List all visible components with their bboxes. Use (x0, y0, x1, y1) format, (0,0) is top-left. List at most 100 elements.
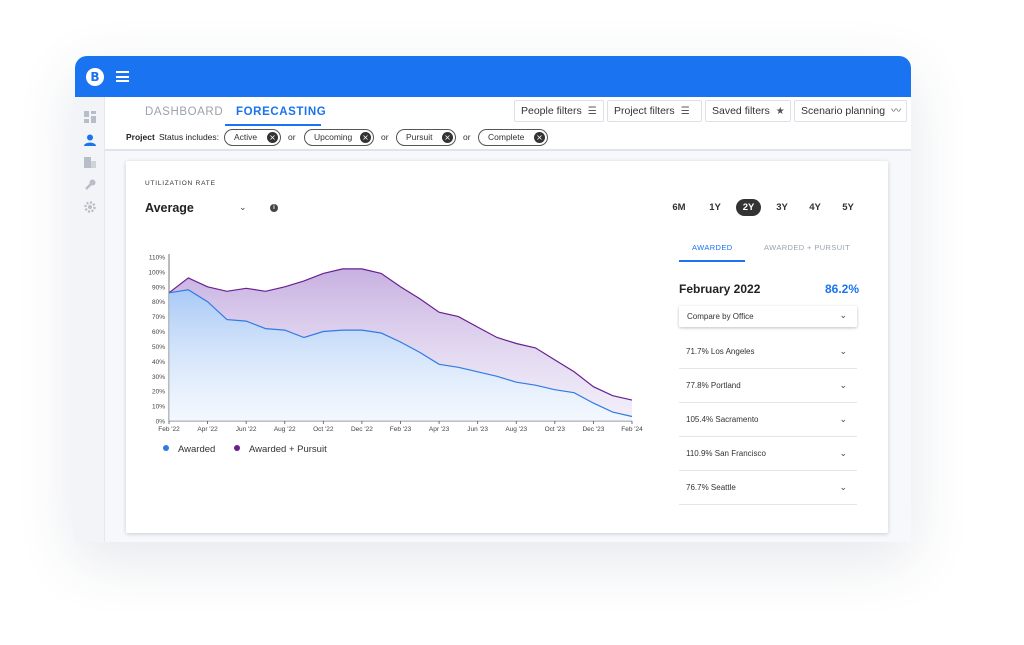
tab-awarded-pursuit[interactable]: AWARDED + PURSUIT (764, 243, 850, 252)
y-tick-label: 10% (152, 404, 165, 411)
remove-chip-icon[interactable]: × (442, 132, 453, 143)
people-filters-button[interactable]: People filters ☰ (514, 100, 604, 122)
x-tick-label: Jun '22 (236, 426, 257, 433)
filter-icon: ☰ (680, 106, 690, 117)
office-label: 71.7% Los Angeles (686, 347, 755, 356)
active-filters-bar: Project Status includes: Active × or Upco… (105, 127, 911, 151)
utilization-chart: 0% 10% 20% 30% 40% 50% 60% 70% 80% 90% 100% 110% Feb… (148, 254, 643, 433)
x-tick-label: Oct '23 (545, 426, 566, 433)
x-tick-label: Feb '22 (158, 426, 180, 433)
range-3y[interactable]: 3Y (772, 199, 792, 216)
dashboard-icon[interactable] (84, 111, 96, 123)
filter-chip-complete[interactable]: Complete × (478, 129, 548, 146)
x-tick-label: Feb '23 (390, 426, 412, 433)
filter-chip-pursuit[interactable]: Pursuit × (396, 129, 456, 146)
awarded-pursuit-swatch (234, 445, 240, 451)
or-separator: or (463, 132, 471, 142)
selected-month: February 2022 (679, 282, 761, 296)
office-row-sacramento[interactable]: 105.4% Sacramento ⌄ (679, 403, 857, 437)
chevron-down-icon[interactable]: ⌄ (239, 203, 247, 213)
or-separator: or (381, 132, 389, 142)
remove-chip-icon[interactable]: × (534, 132, 545, 143)
legend-label: Awarded + Pursuit (249, 444, 327, 455)
range-1y[interactable]: 1Y (705, 199, 725, 216)
range-2y[interactable]: 2Y (736, 199, 761, 216)
y-tick-label: 50% (152, 344, 165, 351)
range-6m[interactable]: 6M (669, 199, 689, 216)
building-icon[interactable] (84, 156, 96, 168)
office-row-seattle[interactable]: 76.7% Seattle ⌄ (679, 471, 857, 505)
y-tick-label: 70% (152, 314, 165, 321)
office-label: 105.4% Sacramento (686, 415, 759, 424)
chevron-down-icon[interactable]: ⌄ (839, 471, 847, 505)
scenario-planning-button[interactable]: Scenario planning 〰 (794, 100, 907, 122)
chevron-down-icon[interactable]: ⌄ (839, 403, 847, 437)
range-4y[interactable]: 4Y (805, 199, 825, 216)
scenario-planning-label: Scenario planning (801, 105, 886, 117)
tab-dashboard[interactable]: DASHBOARD (145, 106, 223, 118)
y-tick-label: 110% (149, 255, 165, 262)
app-logo-icon[interactable]: B (86, 68, 104, 86)
chip-label: Active (234, 132, 258, 142)
filter-chip-upcoming[interactable]: Upcoming × (304, 129, 374, 146)
app-window: B DASHBOARD FORECASTING People filters ☰ … (75, 56, 911, 542)
chip-label: Complete (488, 132, 525, 142)
x-tick-label: Oct '22 (313, 426, 334, 433)
x-tick-label: Jun '23 (467, 426, 488, 433)
y-tick-label: 30% (152, 374, 165, 381)
office-label: 77.8% Portland (686, 381, 741, 390)
y-tick-label: 20% (152, 389, 165, 396)
selected-month-value: 86.2% (825, 282, 860, 296)
settings-gear-icon[interactable] (84, 201, 96, 213)
star-icon: ★ (775, 106, 785, 117)
x-tick-label: Dec '22 (351, 426, 373, 433)
chevron-down-icon[interactable]: ⌄ (839, 437, 847, 471)
project-filters-button[interactable]: Project filters ☰ (607, 100, 702, 122)
chevron-down-icon: ⌄ (839, 311, 847, 321)
filter-chip-active[interactable]: Active × (224, 129, 281, 146)
remove-chip-icon[interactable]: × (267, 132, 278, 143)
y-tick-label: 0% (156, 419, 166, 426)
office-row-portland[interactable]: 77.8% Portland ⌄ (679, 369, 857, 403)
y-tick-label: 100% (148, 269, 165, 276)
office-row-los-angeles[interactable]: 71.7% Los Angeles ⌄ (679, 335, 857, 369)
x-tick-label: Aug '22 (274, 426, 296, 433)
person-icon[interactable] (84, 134, 96, 146)
y-tick-label: 90% (152, 284, 165, 291)
y-tick-label: 40% (152, 359, 165, 366)
active-tab-indicator (225, 124, 321, 126)
filter-status-label: Status includes: (159, 132, 220, 142)
filter-project-label: Project (126, 132, 155, 142)
page-header: DASHBOARD FORECASTING People filters ☰ Pr… (105, 97, 911, 127)
aggregation-select[interactable]: Average (145, 201, 194, 215)
chevron-down-icon[interactable]: ⌄ (839, 369, 847, 403)
chip-label: Upcoming (314, 132, 353, 142)
people-filters-label: People filters (521, 105, 582, 117)
saved-filters-label: Saved filters (712, 105, 770, 117)
x-tick-label: Aug '23 (505, 426, 527, 433)
trend-icon: 〰 (891, 106, 902, 117)
x-tick-label: Apr '23 (429, 426, 450, 433)
wrench-icon[interactable] (84, 179, 96, 191)
tab-awarded[interactable]: AWARDED (692, 243, 733, 252)
chip-label: Pursuit (406, 132, 433, 142)
range-5y[interactable]: 5Y (838, 199, 858, 216)
tab-forecasting[interactable]: FORECASTING (236, 106, 326, 118)
utilization-card: UTILIZATION RATE Average ⌄ i 6M 1Y 2Y 3Y… (126, 161, 888, 533)
info-icon[interactable]: i (270, 204, 278, 212)
x-tick-label: Apr '22 (197, 426, 218, 433)
filter-icon: ☰ (587, 106, 597, 117)
chevron-down-icon[interactable]: ⌄ (839, 335, 847, 369)
remove-chip-icon[interactable]: × (360, 132, 371, 143)
side-navigation (75, 97, 105, 542)
office-row-san-francisco[interactable]: 110.9% San Francisco ⌄ (679, 437, 857, 471)
project-filters-label: Project filters (614, 105, 675, 117)
legend-label: Awarded (178, 444, 216, 455)
top-app-bar: B (75, 56, 911, 97)
menu-icon[interactable] (116, 71, 129, 82)
office-label: 76.7% Seattle (686, 483, 736, 492)
x-tick-label: Feb '24 (621, 426, 643, 433)
section-title: UTILIZATION RATE (145, 180, 216, 187)
saved-filters-button[interactable]: Saved filters ★ (705, 100, 791, 122)
compare-by-office-select[interactable]: Compare by Office ⌄ (679, 306, 857, 327)
